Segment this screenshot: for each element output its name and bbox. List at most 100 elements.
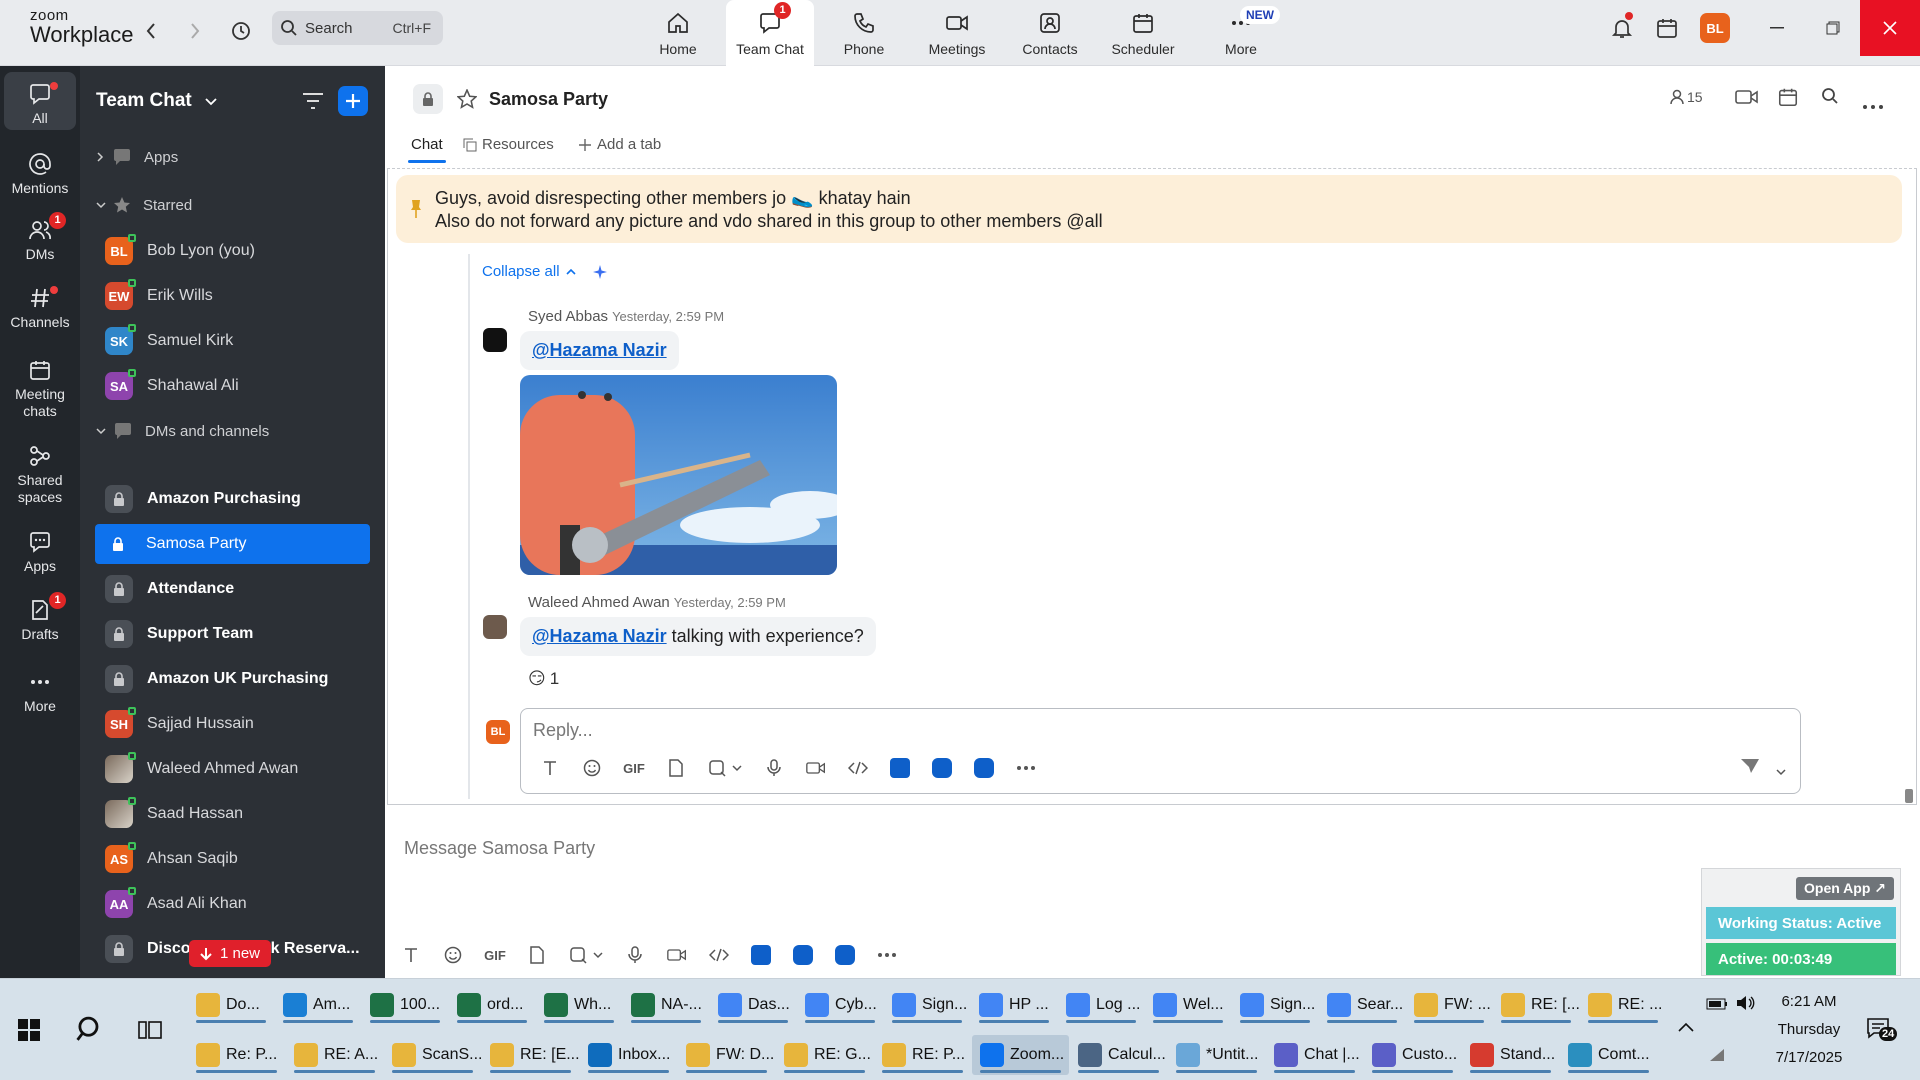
app-button-1[interactable]	[879, 755, 921, 781]
section-starred[interactable]: Starred	[96, 196, 192, 214]
app-button-2[interactable]	[921, 755, 963, 781]
taskbar-app[interactable]: *Untit...	[1168, 1035, 1265, 1075]
app-button-3[interactable]	[824, 942, 866, 968]
network-icon[interactable]	[1708, 1047, 1726, 1068]
taskbar-app[interactable]: RE: [E...	[482, 1035, 580, 1075]
calendar-button[interactable]	[1655, 16, 1679, 45]
format-text-button[interactable]	[390, 942, 432, 968]
taskbar-app[interactable]: FW: D...	[678, 1035, 775, 1075]
taskbar-app[interactable]: RE: A...	[286, 1035, 383, 1075]
rail-meeting-chats[interactable]: Meeting chats	[0, 348, 80, 424]
rail-dms[interactable]: 1 DMs	[0, 208, 80, 266]
emoji-button[interactable]	[571, 755, 613, 781]
taskbar-app[interactable]: RE: ...	[1580, 985, 1666, 1025]
new-messages-pill[interactable]: 1 new	[189, 940, 271, 967]
forward-button[interactable]	[180, 16, 210, 46]
working-status[interactable]: Working Status: Active	[1706, 907, 1896, 939]
gif-button[interactable]: GIF	[613, 755, 655, 781]
reply-input[interactable]: Reply... GIF	[520, 708, 1801, 794]
rail-shared-spaces[interactable]: Shared spaces	[0, 434, 80, 510]
add-tab-button[interactable]: Add a tab	[578, 136, 661, 153]
more-tools-button[interactable]	[1005, 755, 1047, 781]
send-button[interactable]	[1740, 757, 1760, 780]
schedule-button[interactable]	[1777, 86, 1799, 113]
section-apps[interactable]: Apps	[96, 148, 178, 166]
shared-image[interactable]	[520, 375, 837, 575]
new-chat-button[interactable]	[338, 86, 368, 116]
more-tools-button[interactable]	[866, 942, 908, 968]
taskbar-app[interactable]: Inbox...	[580, 1035, 677, 1075]
sender-avatar[interactable]	[483, 615, 507, 639]
search-box[interactable]: Search Ctrl+F	[272, 11, 443, 45]
starred-item[interactable]: SK Samuel Kirk	[96, 321, 369, 361]
code-snippet-button[interactable]	[837, 755, 879, 781]
screenshot-button[interactable]	[558, 942, 614, 968]
taskbar-app[interactable]: Log ...	[1058, 985, 1144, 1025]
taskbar-app[interactable]: ScanS...	[384, 1035, 482, 1075]
battery-icon[interactable]	[1706, 997, 1728, 1015]
taskbar-app[interactable]: Re: P...	[188, 1035, 285, 1075]
video-message-button[interactable]	[656, 942, 698, 968]
reaction-chip[interactable]: 😏 1	[528, 669, 559, 689]
app-button-2[interactable]	[782, 942, 824, 968]
starred-item[interactable]: SA Shahawal Ali	[96, 366, 369, 406]
taskbar-app[interactable]: Wel...	[1145, 985, 1231, 1025]
taskbar-app[interactable]: Sign...	[1232, 985, 1318, 1025]
topnav-meetings[interactable]: Meetings	[913, 0, 1001, 66]
taskbar-app[interactable]: Zoom...	[972, 1035, 1069, 1075]
taskbar-app[interactable]: Custo...	[1364, 1035, 1461, 1075]
notifications-button[interactable]	[1610, 12, 1634, 45]
close-button[interactable]	[1860, 0, 1920, 56]
tray-overflow-button[interactable]	[1678, 1019, 1694, 1037]
taskbar-app[interactable]: HP ...	[971, 985, 1057, 1025]
notification-center-button[interactable]: 24	[1866, 1017, 1898, 1044]
channel-item[interactable]: Amazon Purchasing	[96, 479, 369, 519]
dm-item[interactable]: SH Sajjad Hussain	[96, 704, 369, 744]
audio-message-button[interactable]	[614, 942, 656, 968]
starred-item[interactable]: BL Bob Lyon (you)	[96, 231, 369, 271]
sender-avatar[interactable]	[483, 328, 507, 352]
app-button-3[interactable]	[963, 755, 1005, 781]
audio-message-button[interactable]	[753, 755, 795, 781]
channel-item[interactable]: Attendance	[96, 569, 369, 609]
dm-item[interactable]: Waleed Ahmed Awan	[96, 749, 369, 789]
taskbar-app[interactable]: Calcul...	[1070, 1035, 1167, 1075]
message-input[interactable]: Message Samosa Party	[404, 838, 595, 859]
dm-item[interactable]: AA Asad Ali Khan	[96, 884, 369, 924]
collapse-all-button[interactable]: Collapse all	[482, 263, 608, 280]
taskbar-search-button[interactable]	[76, 1015, 104, 1048]
rail-mentions[interactable]: Mentions	[0, 142, 80, 200]
taskbar-app[interactable]: RE: G...	[776, 1035, 873, 1075]
taskbar-app[interactable]: Cyb...	[797, 985, 883, 1025]
rail-drafts[interactable]: 1 Drafts	[0, 588, 80, 646]
gif-button[interactable]: GIF	[474, 942, 516, 968]
format-text-button[interactable]	[529, 755, 571, 781]
chat-thread[interactable]: Guys, avoid disrespecting other members …	[387, 168, 1917, 805]
history-button[interactable]	[226, 16, 256, 46]
star-button[interactable]	[456, 88, 478, 114]
channel-item[interactable]: Amazon UK Purchasing	[96, 659, 369, 699]
taskbar-app[interactable]: Do...	[188, 985, 274, 1025]
screenshot-button[interactable]	[697, 755, 753, 781]
section-dms-channels[interactable]: DMs and channels	[96, 422, 269, 440]
tab-chat[interactable]: Chat	[408, 136, 446, 163]
taskbar-app[interactable]: Das...	[710, 985, 796, 1025]
attach-file-button[interactable]	[655, 755, 697, 781]
dm-item[interactable]: Saad Hassan	[96, 794, 369, 834]
mention-link[interactable]: @Hazama Nazir	[532, 626, 667, 646]
taskbar-app[interactable]: Stand...	[1462, 1035, 1559, 1075]
clock-time[interactable]: 6:21 AM	[1764, 993, 1854, 1010]
dm-item[interactable]: AS Ahsan Saqib	[96, 839, 369, 879]
volume-icon[interactable]	[1736, 994, 1756, 1017]
more-options-button[interactable]	[1863, 96, 1883, 114]
sender-name[interactable]: Waleed Ahmed Awan	[528, 594, 670, 611]
emoji-button[interactable]	[432, 942, 474, 968]
taskbar-app[interactable]: Chat |...	[1266, 1035, 1363, 1075]
tab-resources[interactable]: Resources	[463, 136, 554, 153]
topnav-scheduler[interactable]: Scheduler	[1099, 0, 1187, 66]
taskbar-app[interactable]: NA-...	[623, 985, 709, 1025]
rail-more[interactable]: More	[0, 660, 80, 718]
rail-apps[interactable]: Apps	[0, 520, 80, 578]
topnav-home[interactable]: Home	[634, 0, 722, 66]
open-app-button[interactable]: Open App ↗	[1796, 877, 1894, 900]
